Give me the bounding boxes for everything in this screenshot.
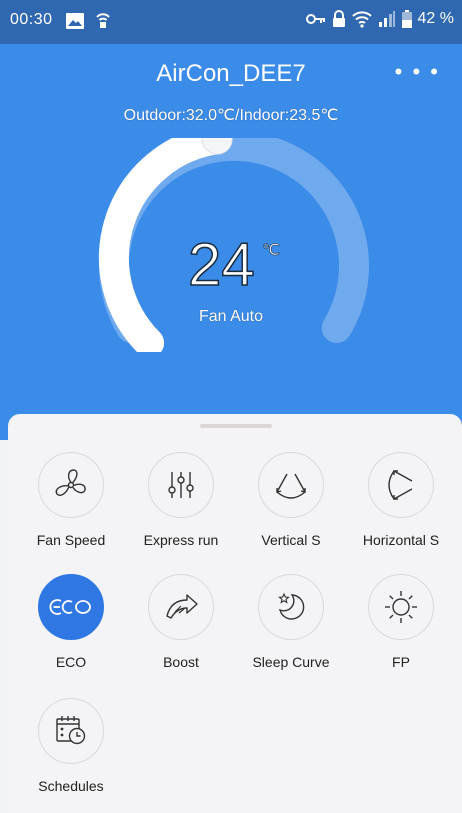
status-bar: 00:30 42 % [0,0,462,44]
fp-circle[interactable] [368,574,434,640]
boost-circle[interactable] [148,574,214,640]
horizontal-swing-button[interactable]: Horizontal S [346,452,456,548]
sleep-curve-label: Sleep Curve [252,654,330,670]
eco-label: ECO [55,654,87,670]
sun-icon [385,591,417,623]
boost-button[interactable]: Boost [126,574,236,670]
lock-icon [332,10,345,27]
battery-percent: 42 % [417,10,454,27]
vertical-swing-circle[interactable] [258,452,324,518]
express-run-button[interactable]: Express run [126,452,236,548]
fan-speed-circle[interactable] [38,452,104,518]
fan-mode-label: Fan Auto [198,308,264,325]
sleep-curve-icon [278,592,305,620]
schedules-button[interactable]: Schedules [16,698,126,794]
vertical-swing-label: Vertical S [261,532,321,548]
eco-circle[interactable] [38,574,104,640]
wifi-icon [351,11,372,28]
temperature-readout: Outdoor:32.0℃/Indoor:23.5℃ [123,107,339,124]
sheet-drag-handle[interactable] [200,424,272,428]
controls-sheet: Fan Speed Express run Vertical S Horizon… [8,414,462,813]
device-title: AirCon_DEE7 [156,60,306,87]
fp-label: FP [392,654,410,670]
schedules-label: Schedules [38,778,104,794]
status-time: 00:30 [10,11,53,28]
fan-speed-button[interactable]: Fan Speed [16,452,126,548]
horizontal-swing-icon [388,470,413,500]
boost-icon [166,594,198,619]
set-temperature: 24 [187,230,255,299]
sleep-curve-circle[interactable] [258,574,324,640]
schedules-circle[interactable] [38,698,104,764]
temperature-unit: ℃ [262,242,281,260]
vertical-swing-button[interactable]: Vertical S [236,452,346,548]
fp-button[interactable]: FP [346,574,456,670]
sleep-curve-button[interactable]: Sleep Curve [236,574,346,670]
eco-button[interactable]: ECO [16,574,126,670]
signal-icon [378,11,395,27]
fan-icon [55,469,86,496]
express-run-circle[interactable] [148,452,214,518]
battery-icon [401,10,412,28]
schedule-icon [56,716,86,745]
express-run-label: Express run [143,532,219,548]
wifi-hotspot-icon [96,13,110,28]
key-icon [305,14,325,24]
image-icon [66,13,84,29]
horizontal-swing-label: Horizontal S [362,532,440,548]
eco-icon [49,599,91,615]
fan-speed-label: Fan Speed [36,532,106,548]
horizontal-swing-circle[interactable] [368,452,434,518]
more-options-button[interactable]: • • • [395,61,440,83]
vertical-swing-icon [276,473,306,499]
boost-label: Boost [163,654,199,670]
sliders-icon [168,472,194,498]
